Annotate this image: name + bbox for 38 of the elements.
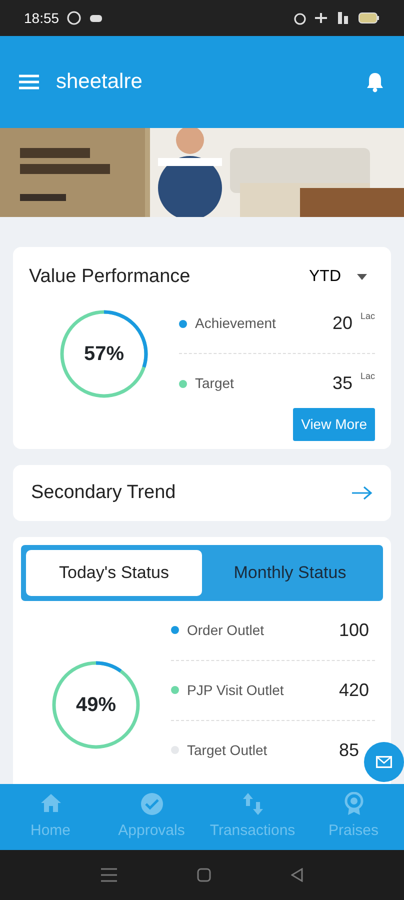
home-icon[interactable] [197, 868, 211, 882]
back-icon[interactable] [291, 868, 303, 882]
metric-label: Order Outlet [187, 620, 266, 640]
status-tab[interactable]: Monthly Status [202, 550, 378, 596]
nav-tab[interactable]: Approvals [101, 784, 202, 850]
status-tab[interactable]: Today's Status [26, 550, 202, 596]
view-more-button[interactable]: View More [293, 408, 375, 440]
arrows-icon [240, 792, 264, 816]
percent-value: 49% [76, 693, 116, 718]
unit-label: Lac [360, 310, 375, 323]
metric-value: 420 [339, 678, 370, 702]
metric-label: Target Outlet [187, 740, 268, 760]
metric-value: 20 [332, 312, 352, 335]
nav-tab[interactable]: Praises [303, 784, 404, 850]
nav-tab[interactable]: Transactions [202, 784, 303, 850]
percent-value: 57% [84, 342, 124, 366]
mail-icon [376, 756, 392, 768]
signal-icon [336, 11, 350, 25]
app-title: sheetalre [56, 69, 144, 96]
unit-label: Lac [360, 370, 375, 383]
nav-tab[interactable]: Home [0, 784, 101, 850]
metric-value: 85 [339, 738, 360, 762]
menu-icon[interactable] [101, 868, 117, 882]
metric-value: 100 [339, 618, 370, 642]
caret-icon [357, 274, 367, 280]
period-dropdown[interactable]: YTD [309, 265, 367, 290]
metric-label: PJP Visit Outlet [187, 680, 285, 700]
card-title: Value Performance [29, 265, 192, 289]
secondary-trend-row[interactable]: Secondary Trend [13, 464, 391, 521]
arrow-icon [351, 484, 373, 501]
metric-label: Achievement [195, 314, 277, 333]
metric-label: Target [195, 374, 235, 393]
metric-value: 35 [332, 372, 352, 395]
card-title: Secondary Trend [31, 480, 177, 504]
bell-icon[interactable] [364, 71, 386, 93]
battery-icon [358, 12, 380, 24]
clock-time: 18:55 [24, 8, 60, 28]
check-icon [140, 792, 164, 816]
